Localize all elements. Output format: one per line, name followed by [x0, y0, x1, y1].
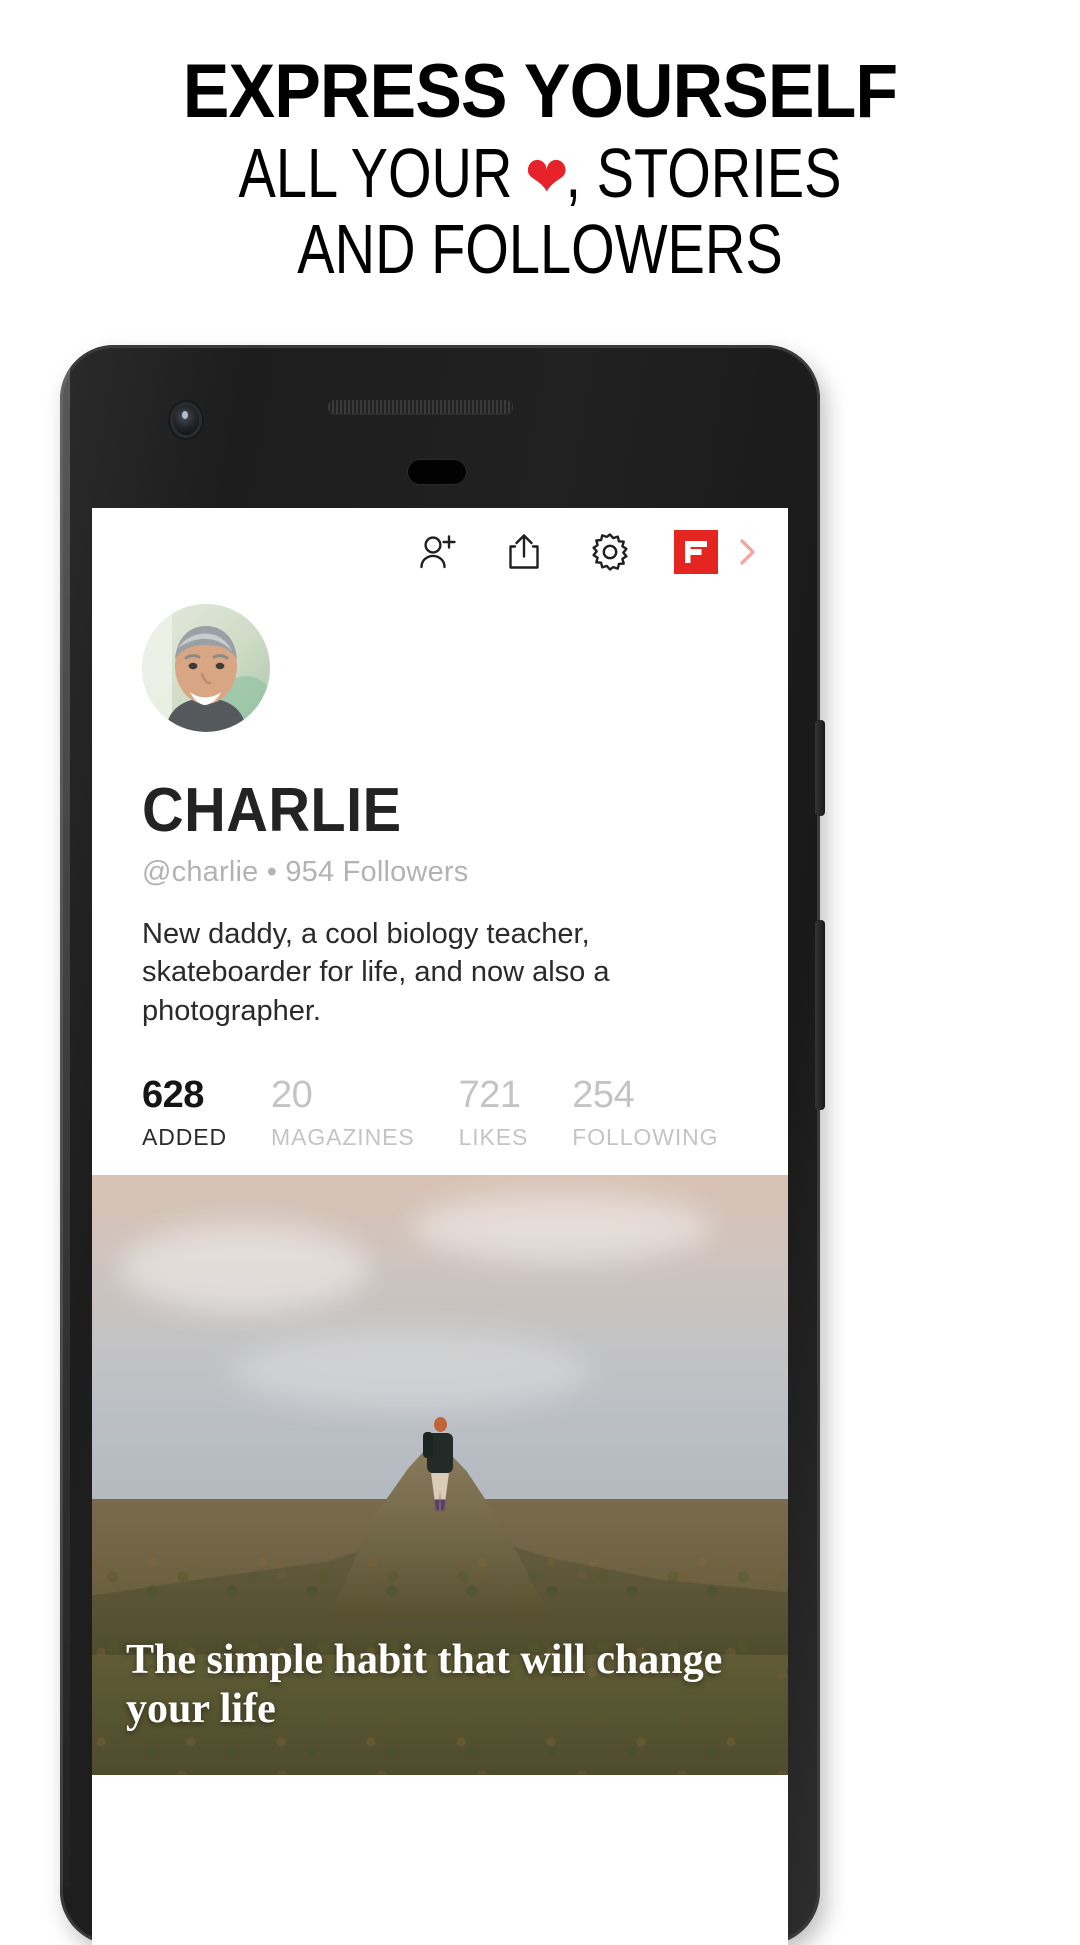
stat-magazines-label: MAGAZINES	[271, 1124, 415, 1151]
phone-mockup: CHARLIE @charlie • 954 Followers New dad…	[60, 345, 820, 1945]
profile-section: CHARLIE @charlie • 954 Followers New dad…	[92, 588, 788, 1151]
profile-bio: New daddy, a cool biology teacher, skate…	[142, 915, 788, 1030]
promo-line-1: EXPRESS YOURSELF	[43, 54, 1037, 130]
hiker-torso	[427, 1433, 453, 1473]
earpiece-speaker	[328, 400, 513, 414]
stat-added-label: ADDED	[142, 1124, 227, 1151]
cloud-shape	[120, 1223, 370, 1313]
phone-edge-highlight	[60, 351, 70, 1887]
add-person-icon[interactable]	[416, 530, 460, 574]
stat-likes-label: LIKES	[459, 1124, 529, 1151]
share-icon[interactable]	[502, 530, 546, 574]
promo-line-2-after: , STORIES	[566, 134, 842, 212]
stat-added[interactable]: 628 ADDED	[142, 1076, 271, 1151]
chevron-right-icon[interactable]	[734, 535, 760, 569]
hiker-backpack	[423, 1432, 433, 1458]
hiker-figure	[427, 1417, 453, 1511]
promo-line-3: AND FOLLOWERS	[108, 212, 972, 288]
proximity-sensor	[408, 460, 466, 484]
hiker-head	[434, 1417, 447, 1432]
cloud-shape	[412, 1193, 712, 1263]
stat-added-value: 628	[142, 1076, 227, 1114]
cloud-shape	[231, 1331, 591, 1411]
stat-following-value: 254	[572, 1076, 718, 1114]
profile-stats: 628 ADDED 20 MAGAZINES 721 LIKES 254 FOL…	[142, 1076, 788, 1151]
hiker-legs	[431, 1473, 449, 1511]
front-camera-icon	[173, 405, 199, 435]
promo-line-2: ALL YOUR ❤, STORIES	[108, 136, 972, 212]
profile-name: CHARLIE	[142, 780, 743, 842]
stat-magazines-value: 20	[271, 1076, 415, 1114]
stat-likes-value: 721	[459, 1076, 529, 1114]
avatar-image	[142, 604, 270, 732]
power-button[interactable]	[815, 720, 825, 816]
article-card[interactable]: The simple habit that will change your l…	[92, 1175, 788, 1775]
phone-screen: CHARLIE @charlie • 954 Followers New dad…	[92, 508, 788, 1945]
stat-following-label: FOLLOWING	[572, 1124, 718, 1151]
stat-likes[interactable]: 721 LIKES	[459, 1076, 573, 1151]
gear-icon[interactable]	[588, 530, 632, 574]
flipboard-logo[interactable]	[674, 530, 718, 574]
stat-magazines[interactable]: 20 MAGAZINES	[271, 1076, 459, 1151]
app-toolbar	[92, 508, 788, 588]
avatar[interactable]	[142, 604, 270, 732]
heart-icon: ❤	[525, 147, 568, 207]
promo-headline: EXPRESS YOURSELF ALL YOUR ❤, STORIES AND…	[0, 0, 1080, 287]
promo-line-2-before: ALL YOUR	[239, 134, 513, 212]
volume-button[interactable]	[815, 920, 825, 1110]
stat-following[interactable]: 254 FOLLOWING	[572, 1076, 762, 1151]
article-title: The simple habit that will change your l…	[126, 1636, 728, 1735]
profile-handle: @charlie • 954 Followers	[142, 856, 788, 889]
